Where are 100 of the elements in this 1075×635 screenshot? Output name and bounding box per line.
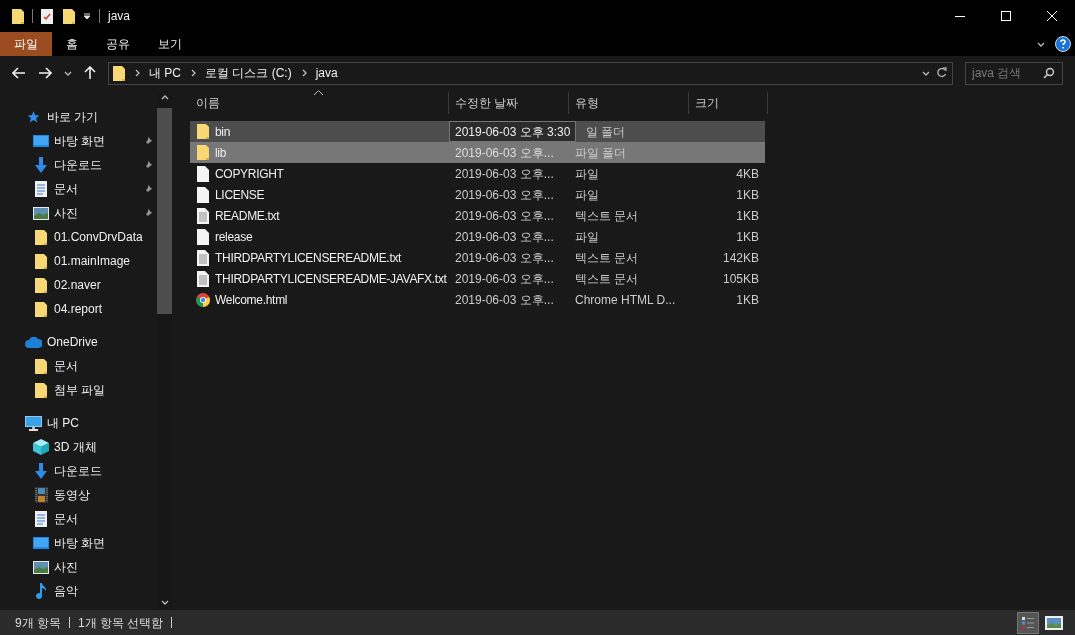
column-header[interactable]: 크기 xyxy=(689,94,719,112)
breadcrumb-item[interactable]: 로컬 디스크 (C:) xyxy=(205,64,292,82)
file-date: 2019-06-03 오후... xyxy=(455,187,554,202)
text-file-icon xyxy=(196,270,209,287)
sidebar-item-label: 바탕 화면 xyxy=(54,133,106,150)
file-size: 1KB xyxy=(736,229,759,244)
column-header[interactable]: 수정한 날짜 xyxy=(449,94,519,112)
text-file-icon xyxy=(196,249,209,266)
sidebar-item[interactable]: 동영상 xyxy=(0,483,157,507)
sidebar-section-label: 내 PC xyxy=(47,415,79,432)
sidebar-item[interactable]: 음악 xyxy=(0,579,157,603)
column-header[interactable]: 이름 xyxy=(190,94,220,112)
sort-ascending-icon xyxy=(314,90,323,95)
file-row[interactable]: THIRDPARTYLICENSEREADME.txt 2019-06-03 오후... 텍스트 문서 142KB xyxy=(190,247,765,268)
download-icon xyxy=(33,157,49,173)
sidebar-item-label: 사진 xyxy=(54,559,78,576)
sidebar-item[interactable]: 사진 xyxy=(0,555,157,579)
properties-icon[interactable] xyxy=(41,8,53,24)
sidebar-item-label: 문서 xyxy=(54,181,78,198)
folder-icon xyxy=(196,145,209,160)
file-name: README.txt xyxy=(215,207,280,225)
sidebar-item[interactable]: 첨부 파일 xyxy=(0,378,157,402)
file-row[interactable]: Welcome.html 2019-06-03 오후... Chrome HTML D... 1KB xyxy=(190,289,765,310)
folder-icon xyxy=(196,124,209,139)
sidebar-item[interactable]: 01.ConvDrvData xyxy=(0,225,157,249)
file-name: Welcome.html xyxy=(215,291,288,309)
file-date: 2019-06-03 오후... xyxy=(455,250,554,265)
file-type: 파일 xyxy=(575,166,599,181)
folder-icon xyxy=(113,65,125,81)
ribbon-tab[interactable]: 공유 xyxy=(92,32,144,56)
star-icon xyxy=(25,110,41,124)
ribbon-tab[interactable]: 홈 xyxy=(52,32,92,56)
sidebar-section[interactable]: 바로 가기 xyxy=(0,105,157,129)
file-type: 일 폴더 xyxy=(586,124,626,139)
picture-icon xyxy=(33,560,49,574)
sidebar-item-label: 문서 xyxy=(54,358,78,375)
forward-arrow-icon[interactable] xyxy=(38,67,52,79)
folder-icon xyxy=(35,382,47,398)
folder-icon xyxy=(35,253,47,269)
close-icon xyxy=(1047,11,1057,21)
sidebar-item[interactable]: 01.mainImage xyxy=(0,249,157,273)
text-file-icon xyxy=(196,207,209,224)
file-date: 2019-06-03 오후... xyxy=(455,145,554,160)
file-icon xyxy=(196,228,209,245)
up-arrow-icon[interactable] xyxy=(84,66,96,80)
sidebar-item[interactable]: 문서 xyxy=(0,177,157,201)
sidebar-item[interactable]: 바탕 화면 xyxy=(0,531,157,555)
file-type: 텍스트 문서 xyxy=(575,208,639,223)
sidebar-item[interactable]: 3D 개체 xyxy=(0,435,157,459)
picture-icon xyxy=(33,206,49,220)
scroll-down-icon xyxy=(160,598,169,606)
file-size: 4KB xyxy=(736,166,759,181)
file-name: lib xyxy=(215,144,227,162)
breadcrumb-item[interactable]: java xyxy=(315,64,338,82)
sidebar-section[interactable]: 내 PC xyxy=(0,411,157,435)
file-row[interactable]: LICENSE 2019-06-03 오후... 파일 1KB xyxy=(190,184,765,205)
sidebar-item[interactable]: 사진 xyxy=(0,201,157,225)
dropdown-icon[interactable] xyxy=(83,12,91,20)
file-row[interactable]: THIRDPARTYLICENSEREADME-JAVAFX.txt 2019-06-03 오후... 텍스트 문서 105KB xyxy=(190,268,765,289)
sidebar-item[interactable]: 다운로드 xyxy=(0,459,157,483)
sidebar-item[interactable]: 02.naver xyxy=(0,273,157,297)
file-row[interactable]: release 2019-06-03 오후... 파일 1KB xyxy=(190,226,765,247)
sidebar-item-label: 다운로드 xyxy=(54,463,102,480)
music-note-icon xyxy=(35,583,47,599)
file-row[interactable]: COPYRIGHT 2019-06-03 오후... 파일 4KB xyxy=(190,163,765,184)
ribbon-tab[interactable]: 파일 xyxy=(0,32,52,56)
refresh-icon[interactable] xyxy=(936,67,948,79)
sidebar-item-label: 문서 xyxy=(54,511,78,528)
breadcrumb-item[interactable]: 내 PC xyxy=(149,64,181,82)
file-row[interactable]: lib 2019-06-03 오후... 파일 폴더 xyxy=(190,142,765,163)
file-type: 파일 xyxy=(575,187,599,202)
folder-icon xyxy=(35,229,47,245)
sidebar-item[interactable]: 04.report xyxy=(0,297,157,321)
ribbon-tab[interactable]: 보기 xyxy=(144,32,196,56)
details-view-button[interactable] xyxy=(1017,611,1039,634)
address-bar[interactable]: 내 PC 로컬 디스크 (C:) java xyxy=(108,61,953,85)
sidebar-item-label: 02.naver xyxy=(54,277,101,294)
breadcrumb-separator-icon xyxy=(189,69,197,77)
file-name: bin xyxy=(215,123,231,141)
sidebar-section-label: 바로 가기 xyxy=(47,109,99,126)
sidebar-section[interactable]: OneDrive xyxy=(0,330,157,354)
file-size: 1KB xyxy=(736,292,759,307)
address-dropdown-icon xyxy=(922,69,930,77)
back-arrow-icon[interactable] xyxy=(12,67,26,79)
file-row[interactable]: README.txt 2019-06-03 오후... 텍스트 문서 1KB xyxy=(190,205,765,226)
sidebar-item[interactable]: 바탕 화면 xyxy=(0,129,157,153)
column-header[interactable]: 유형 xyxy=(569,94,599,112)
sidebar-item[interactable]: 문서 xyxy=(0,354,157,378)
search-field[interactable]: java 검색 xyxy=(965,61,1063,85)
file-type: 파일 xyxy=(575,229,599,244)
sidebar-item-label: 3D 개체 xyxy=(54,439,97,456)
sidebar-item-label: 동영상 xyxy=(54,487,90,504)
sidebar-item[interactable]: 문서 xyxy=(0,507,157,531)
sidebar-item[interactable]: 다운로드 xyxy=(0,153,157,177)
monitor-icon xyxy=(33,135,49,147)
help-icon[interactable] xyxy=(1055,36,1071,52)
file-type: 텍스트 문서 xyxy=(575,250,639,265)
status-text: 9개 항목 xyxy=(15,614,61,632)
file-name: THIRDPARTYLICENSEREADME.txt xyxy=(215,249,402,267)
sidebar-item-label: 첨부 파일 xyxy=(54,382,106,399)
